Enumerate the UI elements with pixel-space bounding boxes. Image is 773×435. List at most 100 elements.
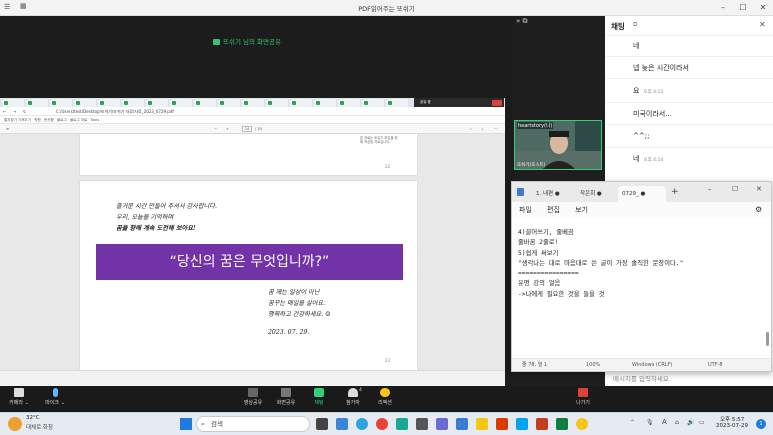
search-icon: ⌕ [201,420,205,428]
browser-tab[interactable] [386,99,408,107]
scrollbar-thumb[interactable] [766,332,769,346]
tray-chevron-icon[interactable]: ⌃ [630,419,635,426]
screen-share-button[interactable]: 화면공유 [268,388,304,406]
network-icon[interactable]: ⌂ [675,419,679,426]
notepad-tab-label: 작은회 [580,191,596,197]
notepad-maximize-button[interactable]: ☐ [732,185,738,193]
excel-icon[interactable] [556,418,568,430]
pdf-menu-icon[interactable]: ≡ [6,124,9,134]
notification-badge[interactable]: 1 [756,419,766,429]
back-icon[interactable]: ← [3,107,6,116]
shared-browser-window: 공유 중 ← → ↻ C:/Users/test/Desktop/또쉬기/또쉬기… [0,98,505,386]
browser-tab[interactable] [266,99,288,107]
browser-tab[interactable] [314,99,336,107]
share-stop-button[interactable] [492,99,502,106]
edge-browser-icon[interactable] [356,418,368,430]
save-icon[interactable]: ⤓ [482,124,484,134]
video-share-button[interactable]: 영상공유 [235,388,271,406]
collapse-icon[interactable]: » [516,17,520,25]
battery-icon[interactable]: ▭ [699,419,705,426]
chat-close-icon[interactable]: ✕ [759,20,766,29]
reactions-button[interactable]: 리액션 [367,388,403,406]
bookmark-item[interactable]: 학원 [34,118,40,122]
browser-tab[interactable] [26,99,48,107]
pdf-line: 우리, 오늘을 기억하며 [116,214,174,221]
browser-tab[interactable] [146,99,168,107]
close-button[interactable]: ✕ [753,2,773,14]
search-icon[interactable]: ⌕ [470,124,472,134]
volume-icon[interactable]: 🔊 [687,419,694,426]
popout-icon[interactable]: ⧉ [523,17,528,25]
chat-button[interactable]: 채팅 [301,388,337,406]
tray-mic-icon[interactable]: 🎙 [646,419,654,426]
maximize-button[interactable]: ☐ [733,2,753,14]
page-number-input[interactable]: 24 [242,126,252,132]
text-line: 5)쉽게 써보기 [518,249,559,257]
cursor-position: 줄 78, 열 1 [522,362,548,368]
notepad-tab[interactable]: 작은회 ● [576,186,620,202]
zoom-in-icon[interactable]: + [226,124,229,134]
browser-tab[interactable] [170,99,192,107]
powerpoint-icon[interactable] [536,418,548,430]
participant-video-tile[interactable]: heartstory(나) 또쉬기(호스트) [514,120,602,170]
weather-icon[interactable] [8,417,22,431]
notepad-minimize-button[interactable]: – [708,185,712,193]
chat-divider [605,124,773,125]
chrome-browser-icon[interactable] [376,418,388,430]
forward-icon[interactable]: → [13,107,16,116]
app-icon[interactable] [496,418,508,430]
menu-view[interactable]: 보기 [575,202,588,218]
task-view-icon[interactable] [316,418,328,430]
browser-tab[interactable] [2,99,24,107]
bookmark-item[interactable]: 즐겨찾기 가져오기 [4,118,31,122]
zoom-out-icon[interactable]: − [214,124,217,134]
app-icon[interactable] [516,418,528,430]
browser-tab[interactable] [122,99,144,107]
reload-icon[interactable]: ↻ [23,107,26,116]
browser-tab[interactable] [98,99,120,107]
settings-gear-icon[interactable]: ⚙ [755,202,762,218]
browser-tab[interactable] [242,99,264,107]
bookmark-item[interactable]: Tools [91,118,100,122]
popout-icon[interactable]: ⧉ [633,21,637,29]
taskbar-search[interactable]: ⌕ 검색 [196,416,310,432]
browser-tab[interactable] [218,99,240,107]
clock-date[interactable]: 2023-07-29 [716,423,748,429]
pdf-viewer[interactable]: 22 본 자료는 또쉬기 모임을 위해 작성된 자료입니다. 즐거운 시간 만들… [0,134,505,371]
kakaotalk-icon[interactable] [576,418,588,430]
browser-tab[interactable] [50,99,72,107]
app-icon[interactable] [436,418,448,430]
files-app-icon[interactable] [336,418,348,430]
notepad-close-button[interactable]: ✕ [756,185,762,193]
windows-start-icon[interactable] [180,418,192,430]
bookmark-item[interactable]: 문서함 [44,118,54,122]
browser-tab[interactable] [194,99,216,107]
notepad-tab-active[interactable]: 0729_ ● [618,186,666,202]
app-icon[interactable] [396,418,408,430]
more-icon[interactable]: ⋯ [494,124,498,134]
browser-tab[interactable] [338,99,360,107]
calculator-icon[interactable] [416,418,428,430]
notepad-icon[interactable] [456,418,468,430]
browser-tab[interactable] [290,99,312,107]
bookmark-item[interactable]: 블로그 [57,118,67,122]
bookmark-item[interactable]: 블로그 자료 [70,118,87,122]
notepad-text[interactable]: 4)끌어쓰기, 줄베끔 줄바꿈 2줄로! 5)쉽게 써보기 "생각나는 대로 마음대로… [518,228,758,300]
menu-edit[interactable]: 편집 [547,202,560,218]
browser-tab[interactable] [74,99,96,107]
chat-message-time: 오후 4:14 [643,158,664,163]
chat-message-text: 넵 늦은 시간이라서 [633,64,689,72]
minimize-button[interactable]: – [713,2,733,14]
browser-tab[interactable] [362,99,384,107]
menu-file[interactable]: 파일 [519,202,532,218]
mic-button[interactable]: 마이크 ⌄ [37,388,73,406]
pdf-page: 즐거운 시간 만들어 주셔서 감사합니다. 우리, 오늘을 기억하며 꿈을 향해… [80,181,417,371]
address-bar[interactable]: ← → ↻ C:/Users/test/Desktop/또쉬기/또쉬기 자료/자… [0,107,505,116]
new-tab-icon[interactable]: + [671,187,679,197]
leave-button[interactable]: 나가기 [565,388,601,406]
participants-button[interactable]: 참가자 4 [335,388,371,406]
folder-icon[interactable] [476,418,488,430]
input-language[interactable]: A [662,418,667,426]
camera-button[interactable]: 카메라 ⌄ [1,388,37,406]
clock-time[interactable]: 오후 5:57 [720,415,744,423]
